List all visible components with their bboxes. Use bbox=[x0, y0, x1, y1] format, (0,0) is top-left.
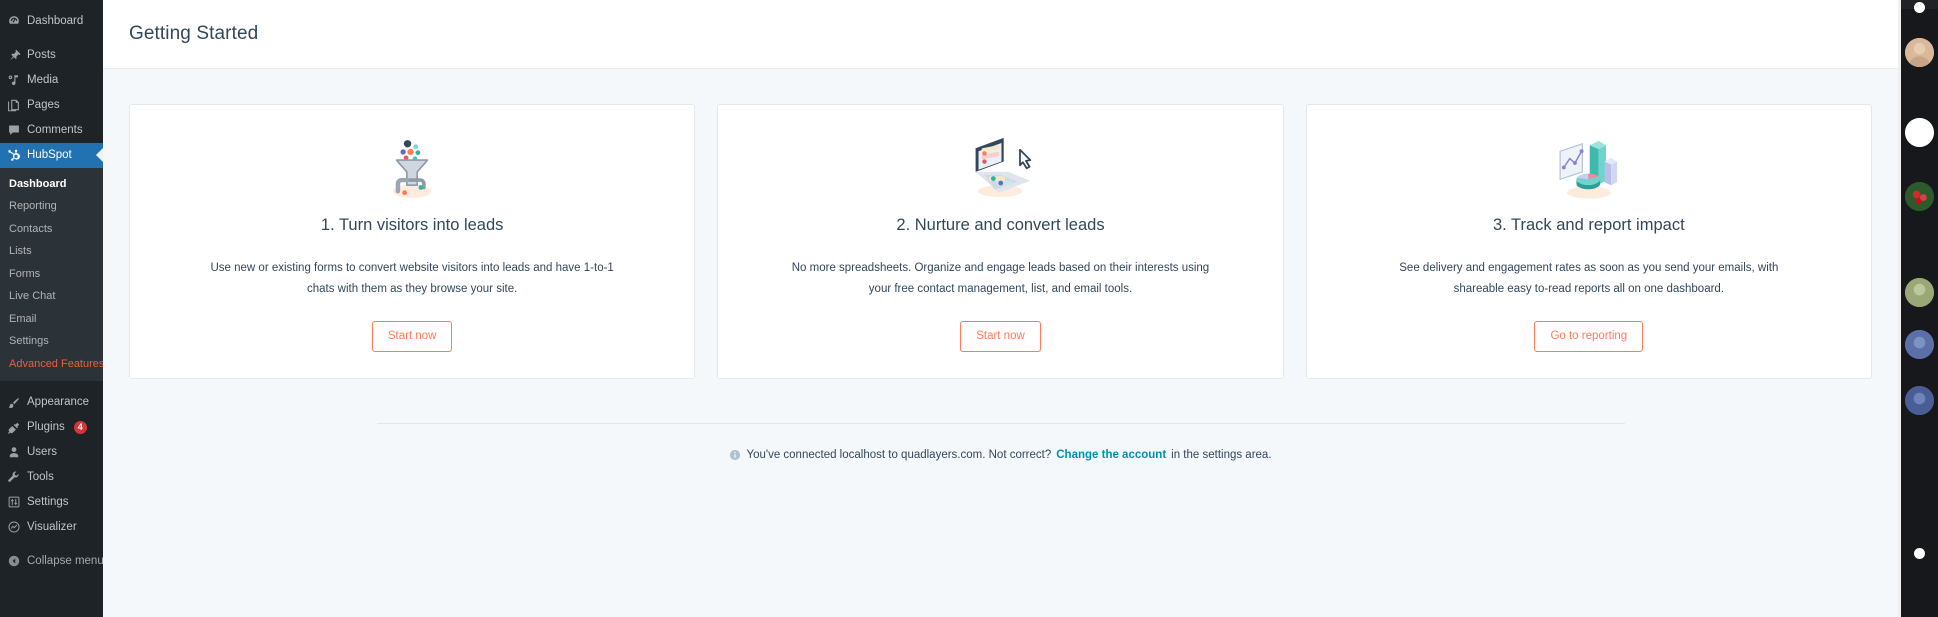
sidebar-item-hubspot[interactable]: HubSpot bbox=[0, 142, 103, 168]
card-description: Use new or existing forms to convert web… bbox=[210, 262, 614, 295]
sidebar-item-media[interactable]: Media bbox=[0, 68, 103, 93]
main-content: Getting Started 1. Turn visitors into le… bbox=[103, 0, 1938, 617]
hubspot-icon bbox=[7, 148, 21, 162]
chart-circle-icon bbox=[7, 520, 21, 534]
sidebar-divider-2 bbox=[0, 381, 103, 390]
card-title: 3. Track and report impact bbox=[1492, 216, 1685, 234]
sidebar-item-label: Users bbox=[27, 446, 58, 458]
wrench-icon bbox=[7, 470, 21, 484]
submenu-item-live-chat[interactable]: Live Chat bbox=[0, 285, 103, 308]
info-icon bbox=[729, 449, 741, 461]
submenu-item-settings[interactable]: Settings bbox=[0, 330, 103, 353]
submenu-item-dashboard[interactable]: Dashboard bbox=[0, 173, 103, 196]
collapse-menu-button[interactable]: Collapse menu bbox=[0, 549, 103, 574]
card-nurture-and-convert-leads: 2. Nurture and convert leads No more spr… bbox=[717, 104, 1284, 379]
avatar[interactable] bbox=[1905, 386, 1934, 415]
sidebar-item-label: Dashboard bbox=[27, 15, 84, 27]
comments-icon bbox=[7, 123, 21, 137]
dashboard-icon bbox=[7, 14, 21, 28]
sidebar-item-plugins[interactable]: Plugins 4 bbox=[0, 415, 103, 440]
connection-text-after: in the settings area. bbox=[1171, 448, 1272, 461]
submenu-item-advanced-features[interactable]: Advanced Features bbox=[0, 353, 103, 376]
sidebar-item-label: Settings bbox=[27, 495, 69, 508]
avatar[interactable] bbox=[1905, 278, 1934, 307]
settings-icon bbox=[7, 495, 21, 509]
avatar[interactable] bbox=[1905, 38, 1934, 67]
scrollbar-thumb-bottom[interactable] bbox=[1914, 548, 1925, 559]
plug-icon bbox=[7, 421, 21, 435]
card-description: See delivery and engagement rates as soo… bbox=[1399, 262, 1779, 295]
sidebar-item-label: Media bbox=[27, 73, 59, 86]
hubspot-submenu: Dashboard Reporting Contacts Lists Forms… bbox=[0, 167, 103, 382]
sidebar-item-label: Posts bbox=[27, 48, 56, 61]
sidebar-divider bbox=[0, 34, 103, 43]
getting-started-cards: 1. Turn visitors into leads Use new or e… bbox=[129, 104, 1872, 379]
avatar[interactable] bbox=[1905, 182, 1934, 211]
sidebar-divider-3 bbox=[0, 540, 103, 549]
sidebar-item-label: Comments bbox=[27, 123, 83, 136]
sidebar-item-settings[interactable]: Settings bbox=[0, 490, 103, 515]
pin-icon bbox=[7, 48, 21, 62]
sidebar-item-label: HubSpot bbox=[27, 148, 72, 161]
card-turn-visitors-into-leads: 1. Turn visitors into leads Use new or e… bbox=[129, 104, 696, 379]
card-title: 1. Turn visitors into leads bbox=[320, 216, 504, 234]
reporting-charts-icon bbox=[1548, 129, 1630, 203]
wp-admin-screen: Dashboard Posts Media Pages Comments Hub… bbox=[0, 0, 1938, 617]
submenu-item-contacts[interactable]: Contacts bbox=[0, 218, 103, 241]
go-to-reporting-button[interactable]: Go to reporting bbox=[1534, 320, 1644, 352]
plugins-update-badge: 4 bbox=[73, 421, 87, 435]
sidebar-item-label: Visualizer bbox=[27, 520, 77, 533]
user-icon bbox=[7, 445, 21, 459]
sidebar-item-label: Plugins bbox=[27, 421, 65, 434]
scrollbar-thumb-top[interactable] bbox=[1914, 2, 1925, 13]
start-now-button-card-1[interactable]: Start now bbox=[371, 320, 453, 352]
sidebar-item-comments[interactable]: Comments bbox=[0, 118, 103, 143]
sidebar-item-label: Tools bbox=[27, 470, 54, 483]
card-track-and-report-impact: 3. Track and report impact See delivery … bbox=[1305, 104, 1872, 379]
pages-icon bbox=[7, 98, 21, 112]
submenu-item-reporting[interactable]: Reporting bbox=[0, 195, 103, 218]
funnel-leads-icon bbox=[375, 129, 449, 203]
page-header: Getting Started bbox=[103, 0, 1898, 68]
card-description: No more spreadsheets. Organize and engag… bbox=[791, 262, 1210, 295]
sidebar-item-label: Appearance bbox=[27, 396, 90, 409]
collapse-menu-label: Collapse menu bbox=[27, 554, 103, 567]
start-now-button-card-2[interactable]: Start now bbox=[960, 320, 1041, 352]
submenu-item-lists[interactable]: Lists bbox=[0, 240, 103, 263]
submenu-item-email[interactable]: Email bbox=[0, 308, 103, 331]
change-the-account-link[interactable]: Change the account bbox=[1056, 446, 1166, 464]
getting-started-footer: You've connected localhost to quadlayers… bbox=[376, 422, 1625, 466]
admin-sidebar: Dashboard Posts Media Pages Comments Hub… bbox=[0, 0, 103, 617]
sidebar-item-label: Pages bbox=[27, 98, 60, 111]
getting-started-body: 1. Turn visitors into leads Use new or e… bbox=[103, 68, 1898, 617]
avatar[interactable] bbox=[1905, 330, 1934, 359]
sidebar-item-posts[interactable]: Posts bbox=[0, 43, 103, 68]
laptop-contacts-icon bbox=[959, 129, 1041, 203]
sidebar-item-pages[interactable]: Pages bbox=[0, 93, 103, 118]
sidebar-item-users[interactable]: Users bbox=[0, 440, 103, 465]
avatar[interactable] bbox=[1905, 118, 1934, 147]
sidebar-item-tools[interactable]: Tools bbox=[0, 465, 103, 490]
card-title: 2. Nurture and convert leads bbox=[896, 216, 1105, 234]
sidebar-item-dashboard[interactable]: Dashboard bbox=[0, 9, 103, 34]
page-title: Getting Started bbox=[129, 23, 259, 44]
connection-text-before: You've connected localhost to quadlayers… bbox=[746, 448, 1052, 461]
connection-status-text: You've connected localhost to quadlayers… bbox=[729, 446, 1272, 464]
media-icon bbox=[7, 73, 21, 87]
brush-icon bbox=[7, 396, 21, 410]
submenu-item-forms[interactable]: Forms bbox=[0, 263, 103, 286]
sidebar-item-visualizer[interactable]: Visualizer bbox=[0, 515, 103, 540]
right-edge-strip bbox=[1901, 0, 1938, 617]
sidebar-item-appearance[interactable]: Appearance bbox=[0, 390, 103, 415]
sidebar-top-spacer bbox=[0, 0, 103, 9]
collapse-arrow-icon bbox=[7, 554, 21, 568]
